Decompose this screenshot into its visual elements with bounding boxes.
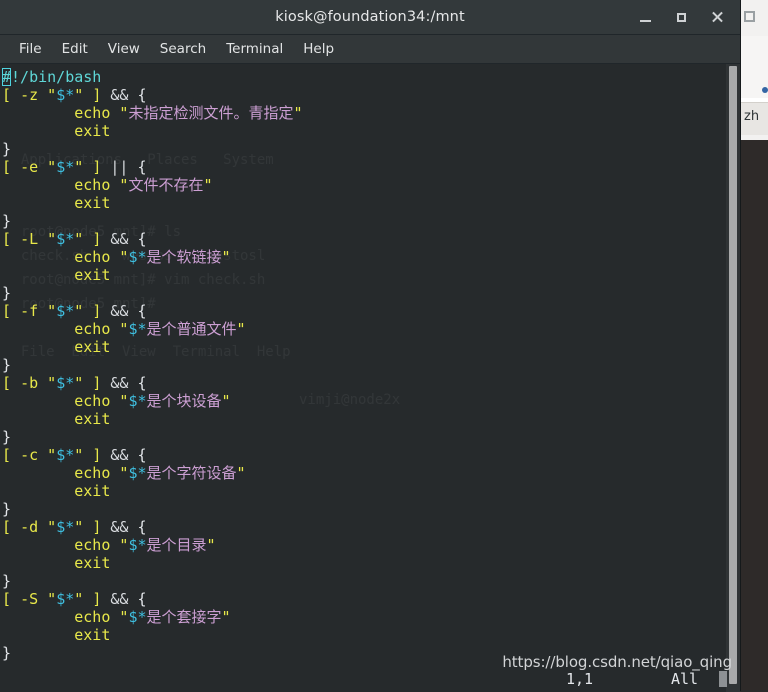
code-line: } xyxy=(2,644,12,662)
code-line: [ -e "$*" ] || { xyxy=(2,158,147,176)
code-line: exit xyxy=(74,194,111,212)
code-line: exit xyxy=(74,122,111,140)
terminal-scrollbar[interactable] xyxy=(726,64,740,692)
vim-statusline: 1,1 All xyxy=(0,668,740,690)
code-line: echo "文件不存在" xyxy=(74,176,213,194)
code-line: echo "$*是个块设备" xyxy=(74,392,231,410)
code-line: exit xyxy=(74,626,111,644)
code-line: } xyxy=(2,356,12,374)
code-line: echo "$*是个软链接" xyxy=(74,248,231,266)
code-line: } xyxy=(2,140,12,158)
minimize-button[interactable] xyxy=(628,3,662,31)
code-line: [ -L "$*" ] && { xyxy=(2,230,147,248)
code-line: echo "$*是个字符设备" xyxy=(74,464,246,482)
code-line: } xyxy=(2,428,12,446)
code-line: exit xyxy=(74,482,111,500)
code-line: echo "$*是个目录" xyxy=(74,536,216,554)
code-line: } xyxy=(2,212,12,230)
cursor-position: 1,1 xyxy=(566,670,594,688)
code-line: echo "未指定检测文件。青指定" xyxy=(74,104,303,122)
code-line: [ -z "$*" ] && { xyxy=(2,86,147,104)
menu-edit[interactable]: Edit xyxy=(53,38,97,60)
code-line: [ -c "$*" ] && { xyxy=(2,446,147,464)
code-line: exit xyxy=(74,554,111,572)
scroll-percent-indicator: All xyxy=(671,670,699,688)
window-controls xyxy=(628,0,734,34)
code-line: } xyxy=(2,500,12,518)
menu-help[interactable]: Help xyxy=(294,38,343,60)
code-line: [ -f "$*" ] && { xyxy=(2,302,147,320)
code-line: echo "$*是个普通文件" xyxy=(74,320,246,338)
code-line: [ -b "$*" ] && { xyxy=(2,374,147,392)
menubar: File Edit View Search Terminal Help xyxy=(0,35,740,64)
window-titlebar[interactable]: kiosk@foundation34:/mnt xyxy=(0,0,740,35)
ime-language-indicator[interactable]: zh xyxy=(744,109,759,124)
terminal-window: kiosk@foundation34:/mnt File Edit View S… xyxy=(0,0,740,692)
code-line: #!/bin/bash xyxy=(2,68,102,86)
bullet-icon xyxy=(762,87,768,93)
code-line: [ -d "$*" ] && { xyxy=(2,518,147,536)
code-line: [ -S "$*" ] && { xyxy=(2,590,147,608)
code-line: } xyxy=(2,572,12,590)
window-title: kiosk@foundation34:/mnt xyxy=(275,9,465,25)
vim-buffer[interactable]: #!/bin/bash[ -z "$*" ] && { echo "未指定检测文… xyxy=(0,64,726,692)
close-icon xyxy=(711,11,723,23)
statusline-cursor xyxy=(719,671,727,687)
maximize-icon xyxy=(676,12,686,22)
menu-file[interactable]: File xyxy=(10,38,51,60)
code-line: exit xyxy=(74,410,111,428)
close-button[interactable] xyxy=(700,3,734,31)
menu-view[interactable]: View xyxy=(99,38,149,60)
minimize-icon xyxy=(639,19,651,22)
maximize-button[interactable] xyxy=(664,3,698,31)
scrollbar-thumb[interactable] xyxy=(729,66,737,684)
menu-terminal[interactable]: Terminal xyxy=(217,38,292,60)
background-window-maximize-icon[interactable] xyxy=(744,11,755,22)
code-line: echo "$*是个套接字" xyxy=(74,608,231,626)
code-line: exit xyxy=(74,266,111,284)
terminal-body[interactable]: Applications Places System root@node5 mn… xyxy=(0,64,740,692)
code-line: } xyxy=(2,284,12,302)
code-line: exit xyxy=(74,338,111,356)
menu-search[interactable]: Search xyxy=(151,38,215,60)
